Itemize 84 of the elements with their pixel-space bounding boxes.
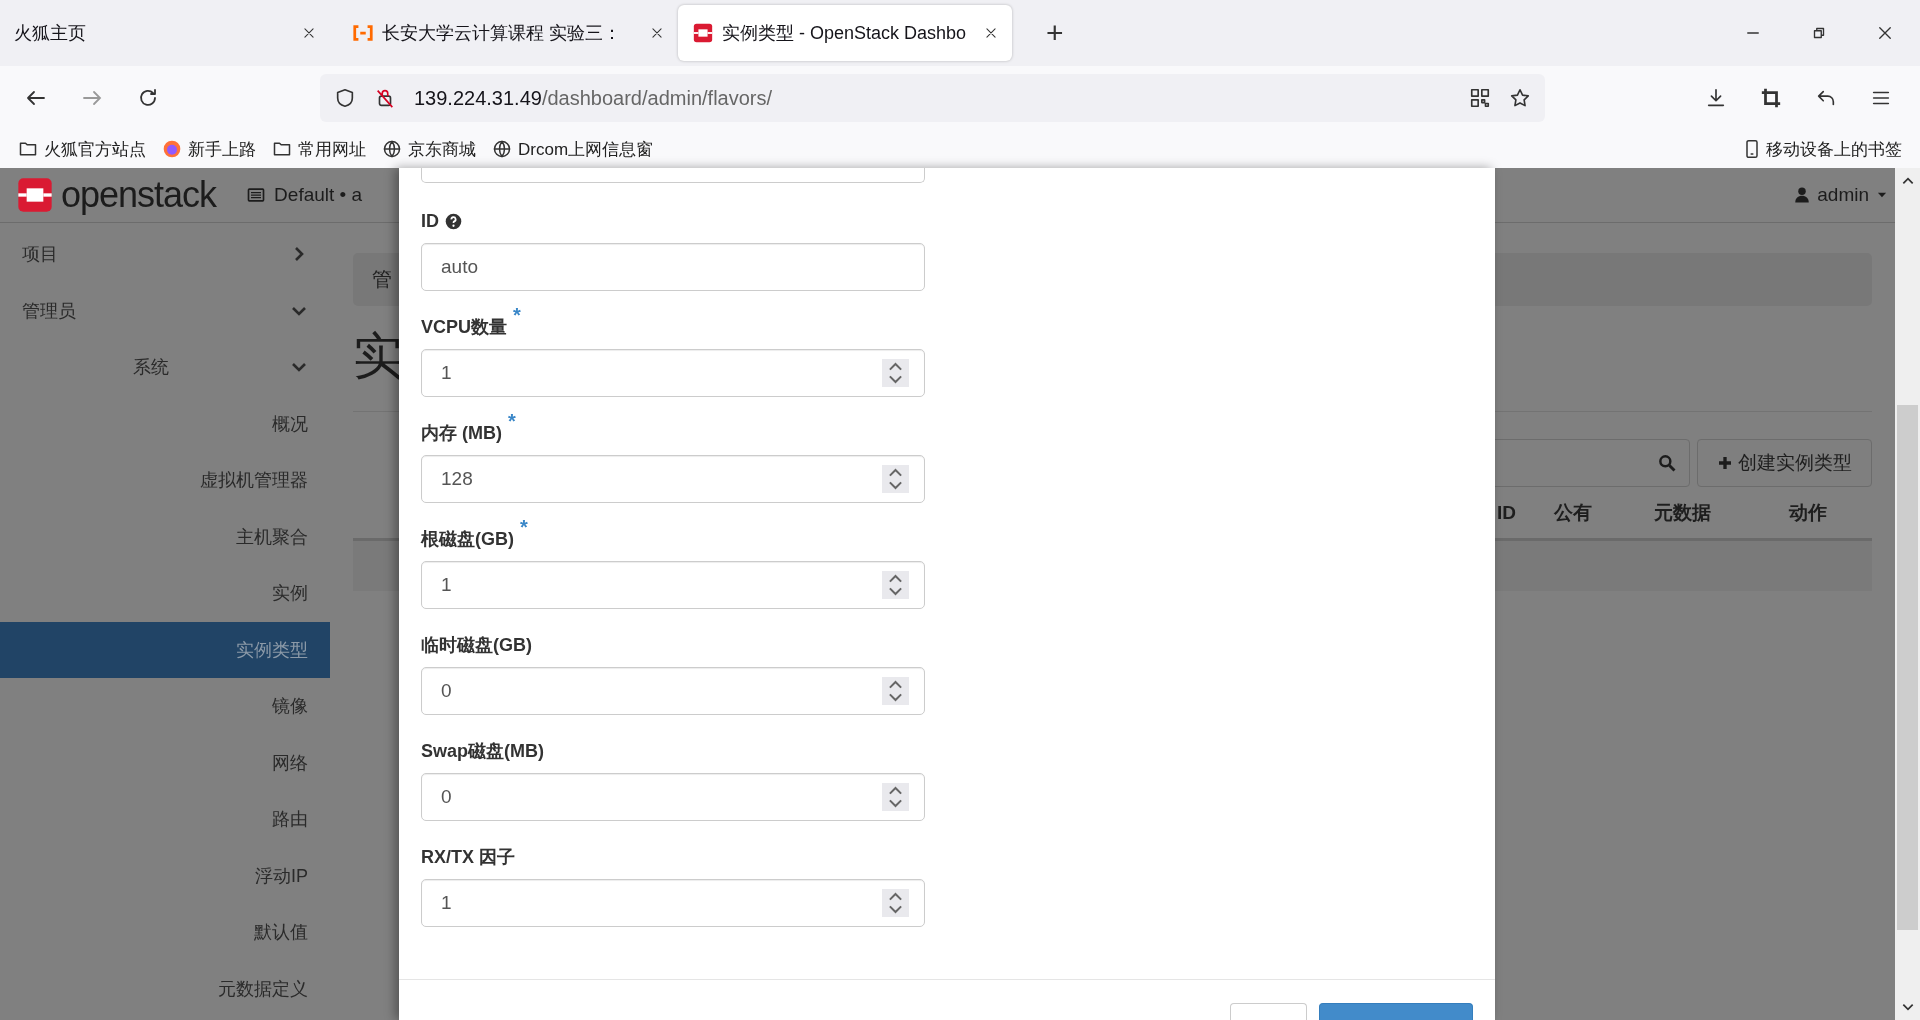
folder-icon[interactable] <box>18 139 38 159</box>
column-header[interactable]: 动作 <box>1789 499 1827 526</box>
column-header[interactable]: 元数据 <box>1654 499 1711 526</box>
sidebar-item[interactable]: 虚拟机管理器 <box>0 452 330 509</box>
bookmark-link[interactable]: 京东商城 <box>408 137 476 161</box>
spinner-icon[interactable] <box>882 889 909 917</box>
input-field[interactable]: 0 <box>421 667 925 715</box>
field-label: VCPU数量 <box>421 316 507 339</box>
sidebar-item[interactable]: 管理员 <box>0 282 330 339</box>
browser-tab[interactable]: 火狐主页 <box>0 5 330 61</box>
spinner-icon[interactable] <box>882 783 909 811</box>
input-field[interactable]: 0 <box>421 773 925 821</box>
breadcrumb-text: 管 <box>372 267 392 292</box>
required-asterisk: * <box>513 307 521 323</box>
new-tab-button[interactable]: + <box>1040 15 1070 51</box>
spinner-icon[interactable] <box>882 571 909 599</box>
crop-icon[interactable] <box>1760 87 1782 109</box>
sidebar-item[interactable]: 默认值 <box>0 904 330 961</box>
search-icon[interactable] <box>1657 453 1677 473</box>
bookmark-link[interactable]: 常用网址 <box>298 137 366 161</box>
globe-icon[interactable] <box>492 139 512 159</box>
list-icon[interactable] <box>246 185 267 205</box>
sidebar-item[interactable]: 主机聚合 <box>0 508 330 565</box>
sidebar-item[interactable]: 路由 <box>0 791 330 848</box>
project-selector[interactable]: Default • a <box>274 184 363 206</box>
sidebar-item[interactable]: 概况 <box>0 395 330 452</box>
bracket-logo-icon <box>352 22 374 44</box>
bookmark-link[interactable]: 火狐官方站点 <box>44 137 146 161</box>
spinner-icon[interactable] <box>882 359 909 387</box>
logo-text[interactable]: openstack <box>61 174 217 216</box>
input-field[interactable]: auto <box>421 243 925 291</box>
field-label: ID <box>421 210 439 232</box>
spinner-icon[interactable] <box>882 465 909 493</box>
input-field[interactable] <box>421 168 925 183</box>
firefox-logo-icon[interactable] <box>162 139 182 159</box>
sidebar-item[interactable]: 镜像 <box>0 678 330 735</box>
page-heading: 实 <box>353 327 403 386</box>
close-icon[interactable] <box>302 26 316 40</box>
help-icon[interactable] <box>445 212 462 230</box>
column-header[interactable]: ID <box>1497 501 1516 524</box>
required-asterisk: * <box>508 413 516 429</box>
close-icon[interactable] <box>984 26 998 40</box>
address-bar[interactable]: 139.224.31.49/dashboard/admin/flavors/ <box>320 74 1545 122</box>
sidebar-item[interactable]: 网络 <box>0 734 330 791</box>
sidebar-item[interactable]: 项目 <box>0 226 330 283</box>
column-header[interactable]: 公有 <box>1554 499 1592 526</box>
user-icon[interactable] <box>1793 186 1812 204</box>
field-label: 临时磁盘(GB) <box>421 634 532 657</box>
browser-tab[interactable]: 实例类型 - OpenStack Dashbo <box>678 5 1012 61</box>
bookmark-folder[interactable]: 移动设备上的书签 <box>1766 137 1902 161</box>
input-field[interactable]: 1 <box>421 561 925 609</box>
qr-code-icon[interactable] <box>1469 87 1491 109</box>
field-label: 根磁盘(GB) <box>421 528 514 551</box>
create-flavor-button[interactable]: 创建实例类型 <box>1697 439 1872 487</box>
sidebar-item[interactable]: 实例类型 <box>0 621 330 678</box>
globe-icon[interactable] <box>382 139 402 159</box>
lock-slash-icon[interactable] <box>374 87 396 109</box>
input-field[interactable]: 128 <box>421 455 925 503</box>
user-menu[interactable]: admin <box>1817 184 1869 206</box>
bookmark-link[interactable]: 新手上路 <box>188 137 256 161</box>
shield-icon[interactable] <box>334 87 356 109</box>
sidebar-item[interactable]: 实例 <box>0 565 330 622</box>
input-field[interactable]: 1 <box>421 879 925 927</box>
plus-icon <box>1717 455 1733 471</box>
star-icon[interactable] <box>1509 87 1531 109</box>
openstack-logo-icon <box>692 22 714 44</box>
input-field[interactable]: 1 <box>421 349 925 397</box>
sidebar-item[interactable]: 系统 <box>0 339 330 396</box>
spinner-icon[interactable] <box>882 677 909 705</box>
field-label: 内存 (MB) <box>421 422 502 445</box>
openstack-logo-icon[interactable] <box>15 175 55 215</box>
bookmark-link[interactable]: Drcom上网信息窗 <box>518 137 654 161</box>
close-icon[interactable] <box>650 26 664 40</box>
url-text: 139.224.31.49/dashboard/admin/flavors/ <box>414 86 774 110</box>
browser-tab[interactable]: 长安大学云计算课程 实验三： <box>338 5 678 61</box>
field-label: Swap磁盘(MB) <box>421 740 544 763</box>
required-asterisk: * <box>520 519 528 535</box>
download-icon[interactable] <box>1705 87 1727 109</box>
field-label: RX/TX 因子 <box>421 846 515 869</box>
folder-icon[interactable] <box>272 139 292 159</box>
sidebar-item[interactable]: 元数据定义 <box>0 960 330 1017</box>
scrollbar[interactable] <box>1895 168 1920 1020</box>
sidebar-item[interactable]: 浮动IP <box>0 847 330 904</box>
close-icon[interactable] <box>1876 24 1894 42</box>
